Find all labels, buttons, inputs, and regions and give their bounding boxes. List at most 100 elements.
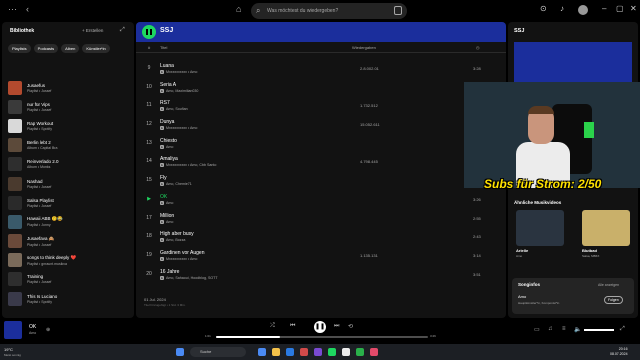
track-title[interactable]: 16 Jahre xyxy=(160,269,179,275)
play-button[interactable] xyxy=(142,25,156,39)
track-row[interactable]: 9 Luana E Mxxxxxxxxxx • Amo 2.8.002.01 3:28 xyxy=(136,60,506,79)
track-row[interactable]: 11 RS7 E Amo, Soufian 1.732.512 xyxy=(136,97,506,116)
minimize-icon[interactable]: – xyxy=(602,4,606,13)
taskbar-app-icon[interactable] xyxy=(314,348,322,356)
track-row[interactable]: 12 Dunya E Mxxxxxxxxxx • Amo 15.052.611 xyxy=(136,116,506,135)
follow-button[interactable]: Folgen xyxy=(604,296,623,304)
track-artist-name[interactable]: Amo, Sahaoui, Hoodblog, SOTT xyxy=(166,276,218,280)
library-item[interactable]: songs to think deeply ❤️ Playlist • gnrau… xyxy=(8,251,132,270)
start-icon[interactable] xyxy=(176,348,184,356)
taskbar-app-icon[interactable] xyxy=(300,348,308,356)
chip-artists[interactable]: Künstler*in xyxy=(82,44,110,53)
track-title[interactable]: Gardinen vor Augen xyxy=(160,250,204,256)
track-row[interactable]: ▶ OK E Amo 3:26 xyxy=(136,191,506,210)
library-item[interactable]: Nashad Playlist • Jussef xyxy=(8,174,132,193)
chip-playlists[interactable]: Playlists xyxy=(8,44,31,53)
lyrics-icon[interactable]: ♫ xyxy=(548,326,553,332)
track-artist-name[interactable]: Amo xyxy=(166,220,173,224)
next-icon[interactable]: ⏭ xyxy=(334,323,339,330)
now-playing-view-icon[interactable]: ▭ xyxy=(534,326,540,333)
library-title[interactable]: Bibliothek xyxy=(10,28,34,34)
fullscreen-icon[interactable]: ⤢ xyxy=(620,326,625,333)
similar-video-card[interactable]: Arielle Amo xyxy=(514,208,574,260)
back-icon[interactable]: ‹ xyxy=(26,4,29,14)
taskbar-app-icon[interactable] xyxy=(286,348,294,356)
now-playing-title[interactable]: OK xyxy=(29,324,36,330)
chip-podcasts[interactable]: Podcasts xyxy=(33,44,59,53)
track-title[interactable]: Million xyxy=(160,213,174,219)
taskbar-app-icon[interactable] xyxy=(272,348,280,356)
clock[interactable]: 20:16 08.07.2024 xyxy=(610,347,628,357)
library-item[interactable]: Hawaii ABB 🙃😂 Playlist • Jonny xyxy=(8,212,132,231)
pause-button[interactable]: ❚❚ xyxy=(314,321,326,333)
progress-bar[interactable] xyxy=(216,336,428,338)
saved-check-icon[interactable]: ⊕ xyxy=(46,327,50,333)
track-artist-name[interactable]: Amo xyxy=(166,201,173,205)
track-artist-name[interactable]: Amo xyxy=(166,145,173,149)
track-row[interactable]: 14 Amaliya E Mxxxxxxxxxx • Amo, Cbb Santo 4.… xyxy=(136,153,506,172)
track-title[interactable]: Luana xyxy=(160,63,174,69)
download-icon[interactable]: ⊙ xyxy=(540,4,547,13)
home-icon[interactable]: ⌂ xyxy=(236,4,241,14)
library-item[interactable]: Salsa Playlist Playlist • Jussef xyxy=(8,193,132,212)
chip-albums[interactable]: Alben xyxy=(61,44,80,53)
track-title[interactable]: High aber busy xyxy=(160,231,194,237)
shuffle-icon[interactable]: ⤮ xyxy=(270,323,275,330)
track-row[interactable]: 18 High aber busy E Amo, Bozza 2:43 xyxy=(136,228,506,247)
track-artist-name[interactable]: Mxxxxxxxxxx • Amo, Cbb Santo xyxy=(166,163,216,167)
taskbar-app-icon[interactable] xyxy=(370,348,378,356)
track-artist-name[interactable]: Amo, Bozza xyxy=(166,238,185,242)
track-artist-name[interactable]: Amo, Maximilian030 xyxy=(166,89,198,93)
track-title[interactable]: Chiesto xyxy=(160,138,177,144)
library-item[interactable]: This Is Luciano Playlist • Spotify xyxy=(8,289,132,308)
show-all-link[interactable]: Alle anzeigen xyxy=(598,283,619,287)
volume-icon[interactable]: 🔈 xyxy=(574,326,581,333)
taskbar-app-icon[interactable] xyxy=(258,348,266,356)
weather-temp[interactable]: 19°C xyxy=(4,347,13,352)
taskbar-app-icon[interactable] xyxy=(342,348,350,356)
track-row[interactable]: 15 Fly E Amo, Chemie71 xyxy=(136,172,506,191)
track-title[interactable]: Fly xyxy=(160,175,167,181)
more-icon[interactable]: ··· xyxy=(8,4,17,14)
create-button[interactable]: + Erstellen xyxy=(82,28,103,33)
similar-video-card[interactable]: Blutbad Salsa, MB6X xyxy=(580,208,638,260)
library-item[interactable]: Rap Workout Playlist • Spotify xyxy=(8,116,132,135)
track-row[interactable]: 20 16 Jahre E Amo, Sahaoui, Hoodblog, SOTT 3… xyxy=(136,266,506,285)
bell-icon[interactable]: ♪ xyxy=(560,4,564,13)
library-item[interactable]: Jusaefava 🙈 Playlist • Jussef xyxy=(8,232,132,251)
taskbar-app-icon[interactable] xyxy=(328,348,336,356)
queue-icon[interactable]: ≡ xyxy=(562,326,566,332)
avatar[interactable] xyxy=(578,5,588,15)
track-title[interactable]: RS7 xyxy=(160,100,170,106)
taskbar-search[interactable]: Suche xyxy=(190,347,246,357)
repeat-icon[interactable]: ⟲ xyxy=(348,323,353,330)
track-artist-name[interactable]: Amo, Soufian xyxy=(166,107,188,111)
expand-icon[interactable]: ⤢ xyxy=(120,27,125,34)
credit-artist[interactable]: Amo xyxy=(518,294,526,299)
maximize-icon[interactable]: ▢ xyxy=(616,4,624,13)
track-artist-name[interactable]: Amo, Chemie71 xyxy=(166,182,192,186)
library-item[interactable]: Berlin lebt 2 Album • Capital Bra xyxy=(8,136,132,155)
track-title[interactable]: Amaliya xyxy=(160,156,178,162)
track-title[interactable]: Dunya xyxy=(160,119,174,125)
track-row[interactable]: 19 Gardinen vor Augen E Mxxxxxxxxxx • Amo 1.… xyxy=(136,247,506,266)
track-row[interactable]: 10 Seria A E Amo, Maximilian030 xyxy=(136,79,506,98)
track-row[interactable]: 17 Million E Amo 2:55 xyxy=(136,210,506,229)
library-item[interactable]: Training Playlist • Jussef xyxy=(8,270,132,289)
taskbar-app-icon[interactable] xyxy=(356,348,364,356)
browse-icon[interactable] xyxy=(394,6,402,15)
track-artist-name[interactable]: Mxxxxxxxxxx • Amo xyxy=(166,257,197,261)
library-item[interactable]: Jusaefus Playlist • Jussef xyxy=(8,78,132,97)
track-title[interactable]: OK xyxy=(160,194,167,200)
volume-slider[interactable] xyxy=(584,329,614,331)
library-item[interactable]: Reinverlado 2.0 Album • Monks xyxy=(8,155,132,174)
library-item[interactable]: nur für Vips Playlist • Jussef xyxy=(8,97,132,116)
track-title[interactable]: Seria A xyxy=(160,82,176,88)
search-input[interactable]: ⌕ Was möchtest du wiedergeben? xyxy=(251,3,407,19)
track-artist-name[interactable]: Mxxxxxxxxxx • Amo xyxy=(166,70,197,74)
track-artist-name[interactable]: Mxxxxxxxxxx • Amo xyxy=(166,126,197,130)
now-playing-artist[interactable]: Amo xyxy=(29,331,36,335)
close-icon[interactable]: ✕ xyxy=(630,4,637,13)
now-playing-cover[interactable] xyxy=(4,321,22,339)
previous-icon[interactable]: ⏮ xyxy=(290,323,295,330)
